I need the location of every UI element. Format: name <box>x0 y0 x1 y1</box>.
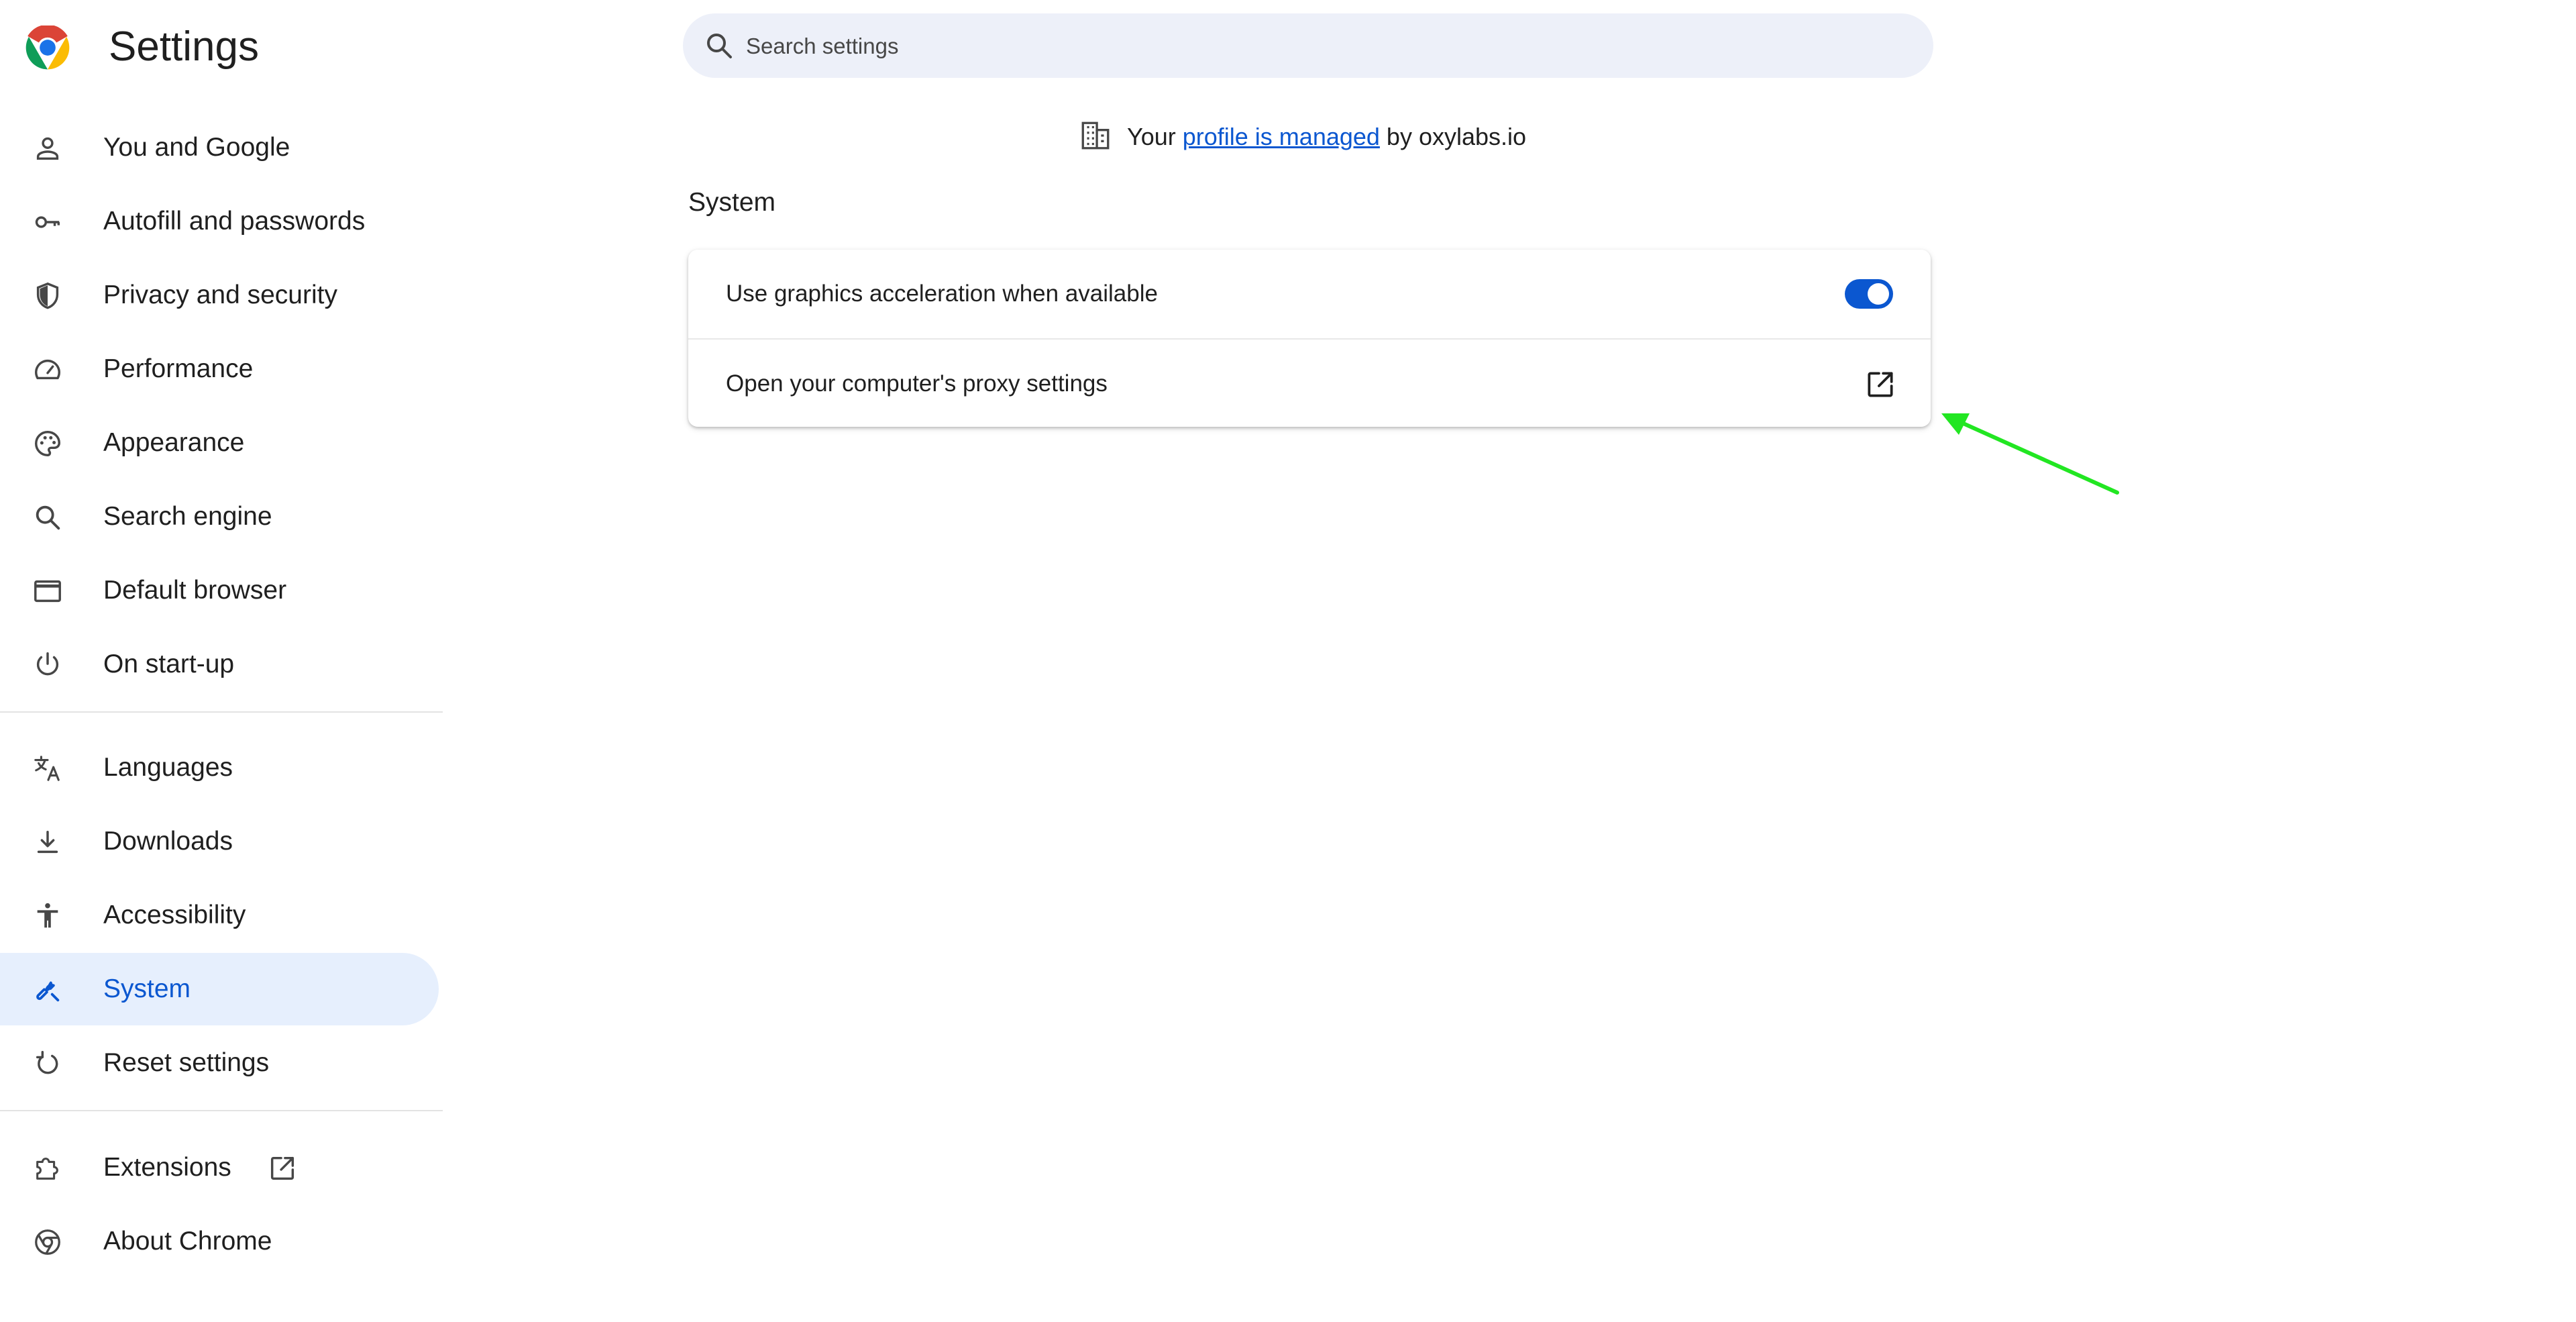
sidebar-item-label: About Chrome <box>103 1227 272 1256</box>
reset-icon <box>36 1051 58 1074</box>
managed-profile-notice: Your profile is managed by oxylabs.io <box>1079 118 1526 156</box>
sidebar-item-label: Default browser <box>103 576 287 605</box>
sidebar-item-performance[interactable]: Performance <box>0 333 439 405</box>
sidebar-item-appearance[interactable]: Appearance <box>0 407 439 479</box>
sidebar-item-about-chrome[interactable]: About Chrome <box>0 1205 439 1278</box>
translate-icon <box>34 756 60 781</box>
sidebar-item-reset-settings[interactable]: Reset settings <box>0 1027 439 1099</box>
sidebar-item-label: Autofill and passwords <box>103 207 366 236</box>
sidebar-item-privacy[interactable]: Privacy and security <box>0 259 439 332</box>
building-icon <box>1081 122 1110 150</box>
sidebar-item-downloads[interactable]: Downloads <box>0 805 439 878</box>
sidebar-item-label: You and Google <box>103 133 290 162</box>
sidebar-item-label: Search engine <box>103 502 272 531</box>
power-icon <box>36 652 59 676</box>
sidebar-divider <box>0 711 443 713</box>
sidebar-item-accessibility[interactable]: Accessibility <box>0 879 439 952</box>
sidebar-item-label: Accessibility <box>103 901 246 929</box>
sidebar-item-label: Extensions <box>103 1153 231 1182</box>
search-box[interactable] <box>683 13 1933 79</box>
sidebar-item-label: System <box>103 974 191 1003</box>
puzzle-icon <box>36 1158 58 1180</box>
palette-icon <box>35 431 60 456</box>
download-icon <box>37 830 58 854</box>
accessibility-icon <box>37 903 58 928</box>
open-in-new-icon <box>270 1156 294 1180</box>
graphics-acceleration-toggle[interactable] <box>1845 279 1893 309</box>
sidebar: You and Google Autofill and passwords Pr… <box>0 0 443 1322</box>
sidebar-item-label: Downloads <box>103 827 233 856</box>
search-icon <box>707 34 732 58</box>
section-title: System <box>688 188 776 217</box>
annotation-arrow-icon <box>1941 413 2119 495</box>
sidebar-item-default-browser[interactable]: Default browser <box>0 554 439 627</box>
sidebar-item-autofill[interactable]: Autofill and passwords <box>0 185 439 258</box>
speedometer-icon <box>35 359 60 380</box>
settings-page: Settings You and Google Autofill and pas… <box>0 0 2576 1322</box>
browser-window-icon <box>34 580 61 603</box>
sidebar-item-label: Privacy and security <box>103 281 337 309</box>
person-icon <box>36 137 59 160</box>
sidebar-item-on-startup[interactable]: On start-up <box>0 628 439 701</box>
sidebar-item-label: Languages <box>103 753 233 782</box>
sidebar-item-you-and-google[interactable]: You and Google <box>0 111 439 184</box>
managed-notice-suffix: by oxylabs.io <box>1379 123 1527 150</box>
key-icon <box>35 216 60 228</box>
sidebar-item-label: Reset settings <box>103 1048 270 1077</box>
profile-managed-link[interactable]: profile is managed <box>1183 123 1380 150</box>
chrome-icon <box>35 1229 60 1255</box>
shield-icon <box>36 282 59 309</box>
search-input[interactable] <box>745 13 1888 79</box>
system-settings-card: Use graphics acceleration when available… <box>688 250 1931 427</box>
sidebar-item-extensions[interactable]: Extensions <box>0 1131 439 1204</box>
sidebar-item-label: Performance <box>103 354 254 383</box>
sidebar-item-label: Appearance <box>103 428 245 457</box>
wrench-icon <box>36 981 60 1002</box>
graphics-acceleration-row[interactable]: Use graphics acceleration when available <box>688 250 1931 338</box>
graphics-acceleration-label: Use graphics acceleration when available <box>726 281 1158 307</box>
toggle-knob <box>1868 283 1889 305</box>
sidebar-item-languages[interactable]: Languages <box>0 731 439 804</box>
sidebar-item-system[interactable]: System <box>0 953 439 1025</box>
proxy-settings-label: Open your computer's proxy settings <box>726 370 1108 397</box>
search-icon <box>36 505 60 530</box>
sidebar-item-label: On start-up <box>103 650 235 678</box>
managed-notice-prefix: Your <box>1127 123 1183 150</box>
proxy-settings-row[interactable]: Open your computer's proxy settings <box>688 338 1931 428</box>
sidebar-divider <box>0 1110 443 1111</box>
open-in-new-icon[interactable] <box>1864 368 1897 401</box>
sidebar-item-search-engine[interactable]: Search engine <box>0 480 439 553</box>
